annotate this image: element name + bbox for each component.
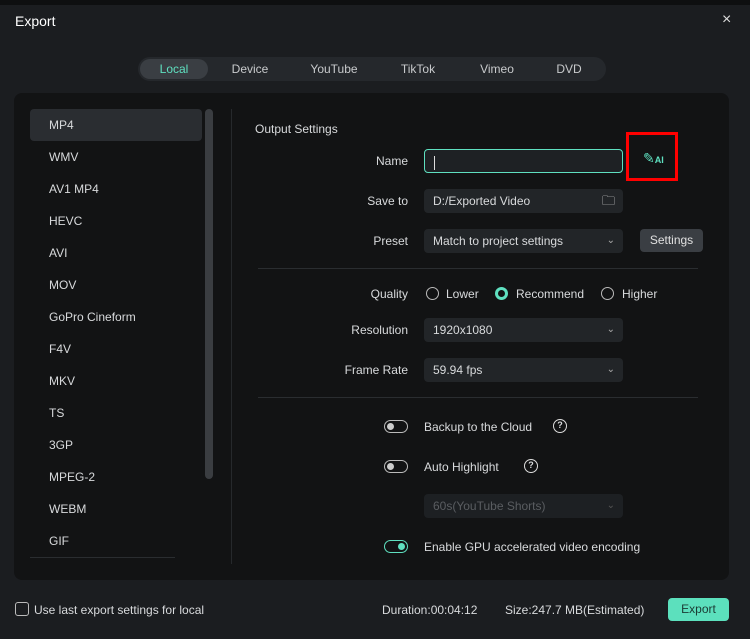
list-divider (30, 557, 175, 558)
format-item-mov[interactable]: MOV (30, 269, 202, 301)
use-last-settings-checkbox[interactable] (15, 602, 29, 616)
gpu-encoding-label: Enable GPU accelerated video encoding (424, 540, 641, 554)
quality-higher-radio[interactable] (601, 287, 614, 300)
resolution-dropdown[interactable]: 1920x1080 ⌄ (424, 318, 623, 342)
save-to-label: Save to (367, 194, 408, 208)
dialog-title: Export (15, 13, 56, 29)
format-item-avi[interactable]: AVI (30, 237, 202, 269)
name-input[interactable] (424, 149, 623, 173)
format-item-ts[interactable]: TS (30, 397, 202, 429)
format-item-mp4[interactable]: MP4 (30, 109, 202, 141)
gpu-encoding-toggle[interactable] (384, 540, 408, 553)
section-title: Output Settings (255, 122, 338, 136)
auto-highlight-label: Auto Highlight (424, 460, 499, 474)
format-item-3gp[interactable]: 3GP (30, 429, 202, 461)
format-item-gif[interactable]: GIF (30, 525, 202, 557)
use-last-settings-label: Use last export settings for local (34, 603, 205, 617)
duration-text: Duration:00:04:12 (382, 603, 478, 617)
frame-rate-dropdown[interactable]: 59.94 fps ⌄ (424, 358, 623, 382)
save-to-field[interactable]: D:/Exported Video 🗀 (424, 189, 623, 213)
format-item-av1-mp4[interactable]: AV1 MP4 (30, 173, 202, 205)
export-button[interactable]: Export (668, 598, 729, 621)
tab-local[interactable]: Local (140, 59, 208, 79)
tab-vimeo[interactable]: Vimeo (460, 59, 534, 79)
settings-button[interactable]: Settings (640, 229, 703, 252)
format-item-mpeg-2[interactable]: MPEG-2 (30, 461, 202, 493)
format-item-webm[interactable]: WEBM (30, 493, 202, 525)
format-item-f4v[interactable]: F4V (30, 333, 202, 365)
tab-dvd[interactable]: DVD (534, 59, 604, 79)
quality-recommend-label: Recommend (516, 287, 585, 301)
close-icon[interactable]: × (722, 11, 731, 29)
backup-cloud-label: Backup to the Cloud (424, 420, 533, 434)
format-item-gopro-cineform[interactable]: GoPro Cineform (30, 301, 202, 333)
divider (258, 268, 698, 269)
quality-label: Quality (370, 287, 408, 301)
quality-recommend-radio[interactable] (495, 287, 508, 300)
text-cursor (434, 155, 435, 170)
quality-lower-label: Lower (446, 287, 479, 301)
title-bar-strip (0, 0, 750, 5)
preset-label: Preset (373, 234, 408, 248)
panel-divider (231, 109, 232, 564)
name-label: Name (375, 154, 408, 168)
chevron-down-icon: ⌄ (606, 500, 615, 511)
backup-cloud-toggle[interactable] (384, 420, 408, 433)
chevron-down-icon: ⌄ (606, 235, 615, 246)
auto-highlight-toggle[interactable] (384, 460, 408, 473)
folder-icon[interactable]: 🗀 (602, 189, 615, 213)
chevron-down-icon: ⌄ (606, 324, 615, 335)
tab-youtube[interactable]: YouTube (292, 59, 376, 79)
chevron-down-icon: ⌄ (606, 364, 615, 375)
quality-lower-radio[interactable] (426, 287, 439, 300)
tab-device[interactable]: Device (208, 59, 292, 79)
resolution-label: Resolution (351, 323, 408, 337)
help-icon[interactable]: ? (553, 419, 567, 433)
preset-dropdown[interactable]: Match to project settings ⌄ (424, 229, 623, 253)
highlight-box (626, 132, 678, 181)
frame-rate-label: Frame Rate (344, 363, 408, 377)
format-item-mkv[interactable]: MKV (30, 365, 202, 397)
highlight-duration-dropdown: 60s(YouTube Shorts) ⌄ (424, 494, 623, 518)
divider (258, 397, 698, 398)
help-icon[interactable]: ? (524, 459, 538, 473)
tab-tiktok[interactable]: TikTok (376, 59, 460, 79)
format-item-wmv[interactable]: WMV (30, 141, 202, 173)
format-item-hevc[interactable]: HEVC (30, 205, 202, 237)
quality-higher-label: Higher (622, 287, 658, 301)
format-list-scrollbar[interactable] (205, 109, 213, 479)
size-text: Size:247.7 MB(Estimated) (505, 603, 645, 617)
export-tabs: Local Device YouTube TikTok Vimeo DVD (138, 57, 606, 81)
